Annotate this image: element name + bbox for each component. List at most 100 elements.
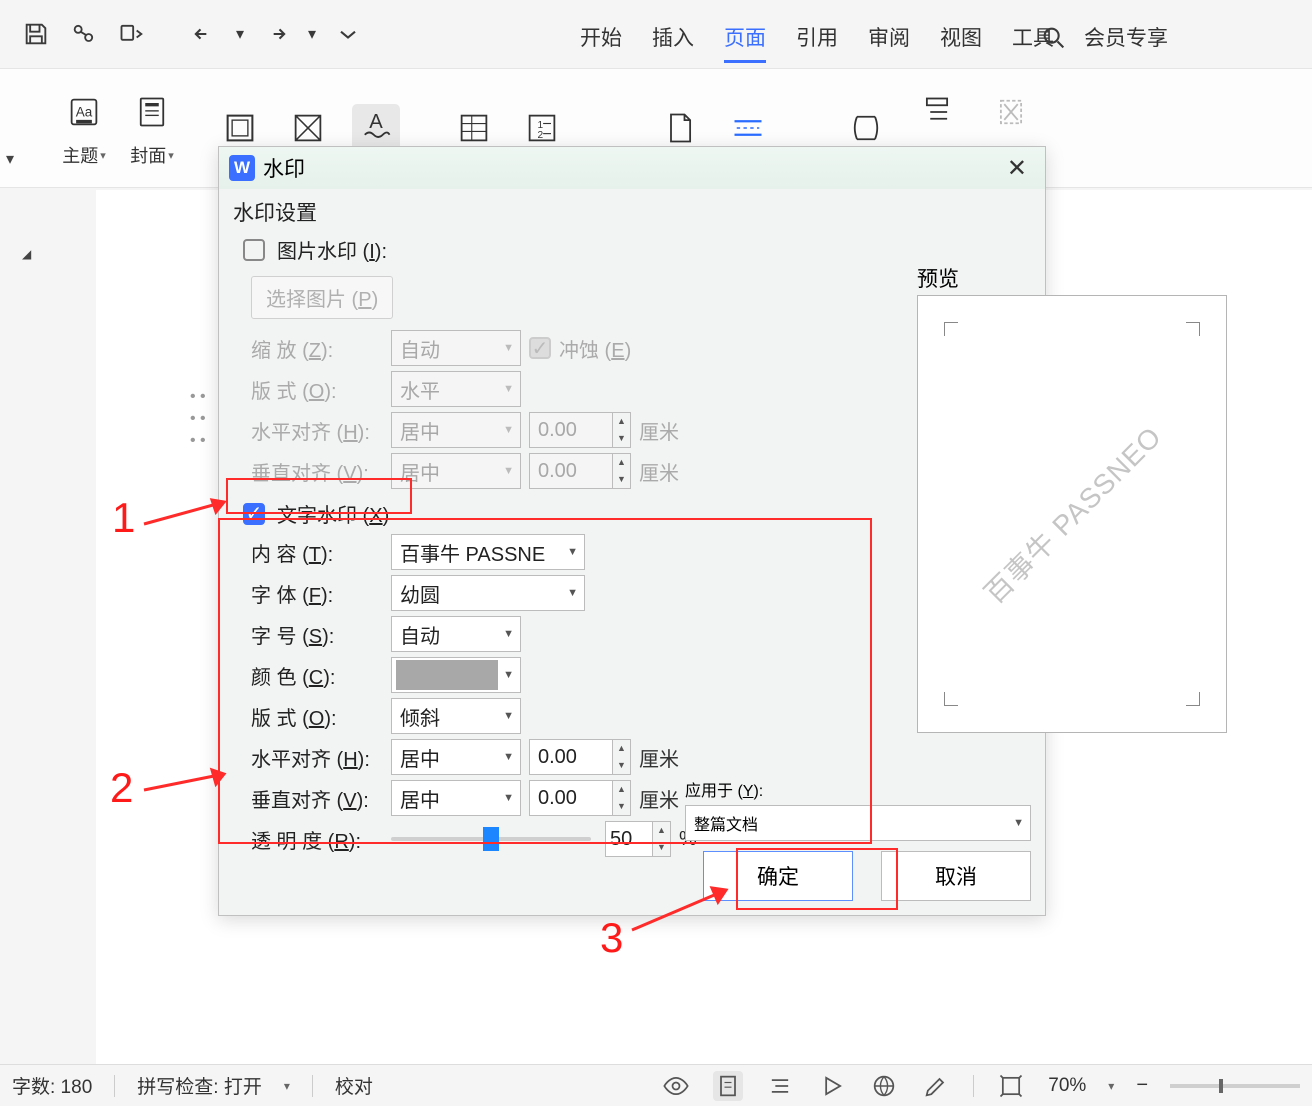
content-combo[interactable]: 百事牛 PASSNE▼ [391,534,585,570]
ribbon-border[interactable] [216,104,264,152]
valign1-unit: 厘米 [639,457,679,486]
layout2-label: 版 式 (O): [251,702,383,731]
scale-label: 缩 放 (Z): [251,334,383,363]
zoom-level[interactable]: 70% [1048,1075,1086,1097]
dialog-title: 水印 [263,153,305,183]
delete-icon [987,88,1035,136]
drag-handle-icon[interactable]: •••••• [190,388,206,450]
ribbon-cover[interactable]: 封面▾ [128,88,176,168]
preview-label: 预览 [917,263,959,293]
grid-icon [450,104,498,152]
linenumber-icon: 12 [518,104,566,152]
cover-icon [128,88,176,136]
transparency-slider[interactable] [391,837,591,841]
pagecolor-icon [284,104,332,152]
print-icon[interactable] [62,12,106,56]
tab-review[interactable]: 审阅 [868,14,910,63]
valign2-spinner[interactable]: ▲▼ [613,780,631,816]
web-view-icon[interactable] [869,1071,899,1101]
scale-combo: 自动▼ [391,330,521,366]
zoom-out-icon[interactable]: − [1136,1074,1148,1097]
tab-reference[interactable]: 引用 [796,14,838,63]
ribbon-pagecolor[interactable] [284,104,332,152]
valign2-combo[interactable]: 居中▼ [391,780,521,816]
ribbon-section[interactable] [842,104,890,152]
eye-icon[interactable] [661,1071,691,1101]
undo-icon[interactable] [182,12,226,56]
zoom-slider[interactable] [1170,1084,1300,1088]
annotation-2: 2 [110,764,133,812]
valign1-num: 0.00 [529,453,613,489]
search-icon[interactable] [1032,16,1076,60]
tab-start[interactable]: 开始 [580,14,622,63]
tab-member[interactable]: 会员专享 [1084,14,1168,63]
app-logo-icon: W [229,155,255,181]
preview-icon[interactable] [110,12,154,56]
tab-view[interactable]: 视图 [940,14,982,63]
border-icon [216,104,264,152]
ribbon-grid[interactable] [450,104,498,152]
valign1-label: 垂直对齐 (V): [251,457,383,486]
size-label: 字 号 (S): [251,620,383,649]
ribbon-pagebreak[interactable] [724,104,772,152]
tab-page[interactable]: 页面 [724,14,766,63]
proofread-status[interactable]: 校对 [335,1072,373,1099]
ribbon-cover-label: 封面 [130,142,166,168]
ribbon-corner-icon[interactable]: ◢ [22,247,31,261]
edit-mode-icon[interactable] [921,1071,951,1101]
section-heading: 水印设置 [233,197,1031,227]
dialog-titlebar: W 水印 ✕ [219,147,1045,189]
redo-icon[interactable] [254,12,298,56]
cancel-button[interactable]: 取消 [881,851,1031,901]
layout2-combo[interactable]: 倾斜▼ [391,698,521,734]
page-view-icon[interactable] [713,1071,743,1101]
transparency-value[interactable]: 50 [605,821,653,857]
halign2-num[interactable]: 0.00 [529,739,613,775]
text-watermark-checkbox[interactable]: ✓ [243,503,265,525]
size-combo[interactable]: 自动▼ [391,616,521,652]
halign2-spinner[interactable]: ▲▼ [613,739,631,775]
valign2-label: 垂直对齐 (V): [251,784,383,813]
svg-text:A: A [369,111,383,133]
watermark-icon: A [352,104,400,152]
ribbon-watermark[interactable]: A [352,104,400,152]
undo-dropdown-icon[interactable]: ▾ [230,12,250,56]
font-combo[interactable]: 幼圆▼ [391,575,585,611]
valign2-num[interactable]: 0.00 [529,780,613,816]
tab-insert[interactable]: 插入 [652,14,694,63]
fit-width-icon[interactable] [996,1071,1026,1101]
layout1-label: 版 式 (O): [251,375,383,404]
close-icon[interactable]: ✕ [999,154,1035,183]
preview-box: 百事牛 PASSNEO [917,295,1227,733]
more-dropdown-icon[interactable] [326,12,370,56]
save-icon[interactable] [14,12,58,56]
color-combo[interactable]: ▼ [391,657,521,693]
washout-checkbox: ✓ [529,337,551,359]
ribbon-theme[interactable]: Aa 主题▾ [60,88,108,168]
transparency-spinner[interactable]: ▲▼ [653,821,671,857]
image-watermark-label: 图片水印 (I): [277,235,387,264]
halign1-num: 0.00 [529,412,613,448]
section-icon [842,104,890,152]
halign2-combo[interactable]: 居中▼ [391,739,521,775]
redo-dropdown-icon[interactable]: ▾ [302,12,322,56]
outline-view-icon[interactable] [765,1071,795,1101]
halign2-unit: 厘米 [639,743,679,772]
color-label: 颜 色 (C): [251,661,383,690]
nav-icon [913,88,961,136]
ribbon-newpage[interactable] [656,104,704,152]
layout1-combo: 水平▼ [391,371,521,407]
word-count[interactable]: 字数: 180 [12,1072,92,1099]
spellcheck-status[interactable]: 拼写检查: 打开 [137,1072,262,1099]
ribbon-linenumber[interactable]: 12 [518,104,566,152]
font-label: 字 体 (F): [251,579,383,608]
transparency-label: 透 明 度 (R): [251,825,383,854]
halign1-label: 水平对齐 (H): [251,416,383,445]
newpage-icon [656,104,704,152]
apply-combo[interactable]: 整篇文档▼ [685,805,1031,841]
valign1-combo: 居中▼ [391,453,521,489]
ribbon-left-dropdown[interactable]: ▾ [6,149,14,169]
halign1-combo: 居中▼ [391,412,521,448]
image-watermark-checkbox[interactable] [243,239,265,261]
play-icon[interactable] [817,1071,847,1101]
